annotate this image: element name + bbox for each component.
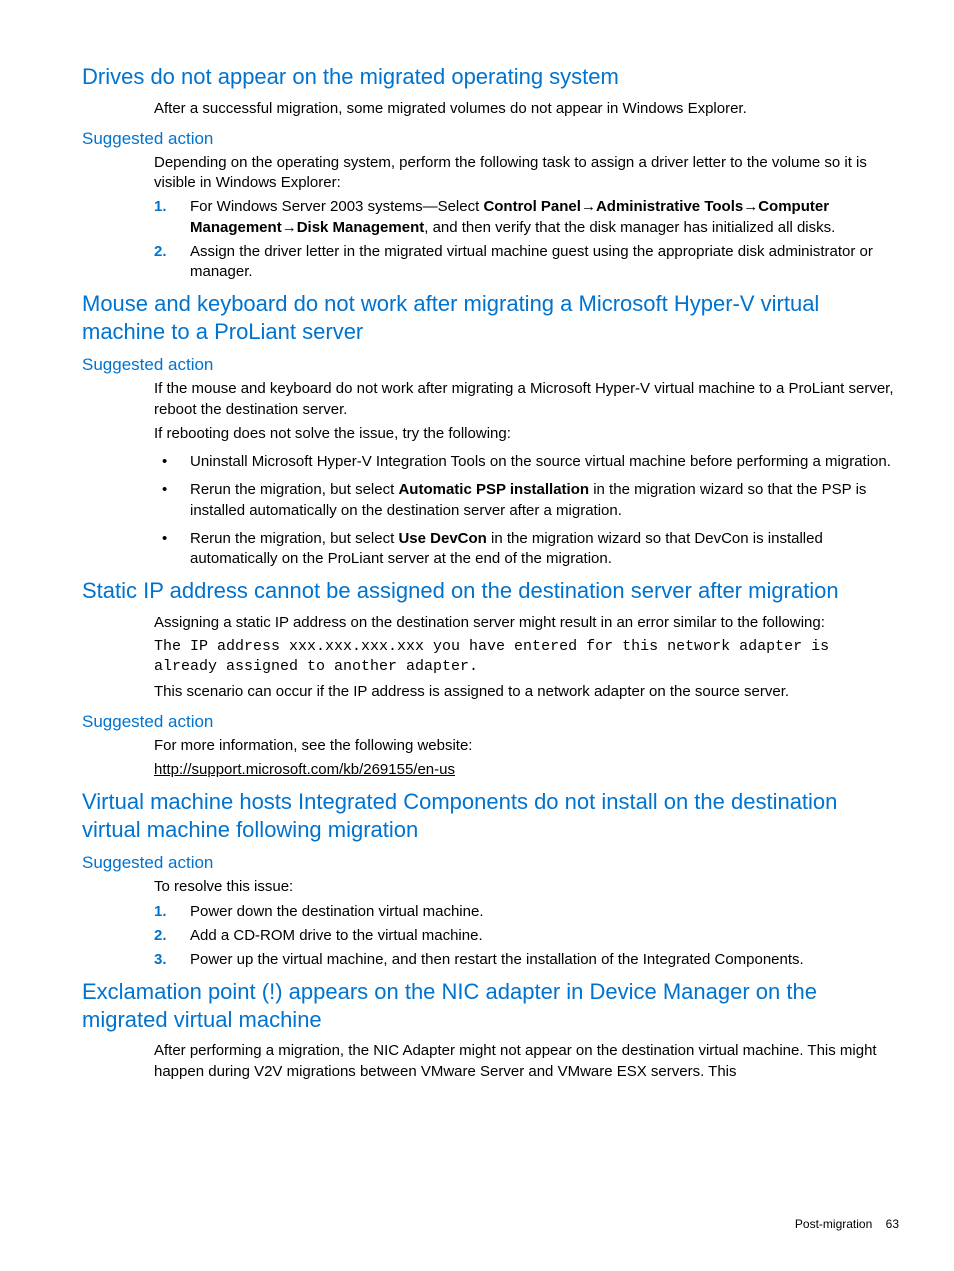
list-item: 3.Power up the virtual machine, and then… xyxy=(190,950,899,970)
list-item: Uninstall Microsoft Hyper-V Integration … xyxy=(190,452,899,472)
page-footer: Post-migration 63 xyxy=(795,1217,899,1231)
support-link[interactable]: http://support.microsoft.com/kb/269155/e… xyxy=(154,761,455,778)
list-item: 2.Assign the driver letter in the migrat… xyxy=(190,242,899,283)
code-block: The IP address xxx.xxx.xxx.xxx you have … xyxy=(154,637,899,678)
list-marker: 3. xyxy=(154,950,184,970)
list-text: For Windows Server 2003 systems—Select C… xyxy=(190,198,835,235)
heading-static-ip: Static IP address cannot be assigned on … xyxy=(82,577,899,605)
heading-drives-not-appear: Drives do not appear on the migrated ope… xyxy=(82,63,899,91)
body-text: If the mouse and keyboard do not work af… xyxy=(154,379,899,444)
list-marker: 1. xyxy=(154,902,184,922)
page-content: Drives do not appear on the migrated ope… xyxy=(0,0,954,1126)
list-marker: 2. xyxy=(154,242,184,262)
subheading-suggested-action: Suggested action xyxy=(82,853,899,873)
subheading-suggested-action: Suggested action xyxy=(82,712,899,732)
intro-text: After a successful migration, some migra… xyxy=(154,99,899,119)
list-item: 1.For Windows Server 2003 systems—Select… xyxy=(190,197,899,238)
list-item: Rerun the migration, but select Use DevC… xyxy=(190,529,899,570)
body-text: After performing a migration, the NIC Ad… xyxy=(154,1041,899,1082)
list-marker: 1. xyxy=(154,197,184,217)
heading-exclamation-nic: Exclamation point (!) appears on the NIC… xyxy=(82,978,899,1033)
list-item: Rerun the migration, but select Automati… xyxy=(190,480,899,521)
ordered-list: 1.Power down the destination virtual mac… xyxy=(154,902,899,971)
footer-page-number: 63 xyxy=(886,1217,899,1231)
bullet-list: Uninstall Microsoft Hyper-V Integration … xyxy=(154,452,899,569)
body-text: For more information, see the following … xyxy=(154,736,899,781)
subheading-suggested-action: Suggested action xyxy=(82,355,899,375)
body-text: To resolve this issue: xyxy=(154,877,899,897)
ordered-list: 1. For Windows Server 2003 systems—Select… xyxy=(154,197,899,282)
body-text: Assigning a static IP address on the des… xyxy=(154,613,899,702)
heading-integrated-components: Virtual machine hosts Integrated Compone… xyxy=(82,788,899,843)
subheading-suggested-action: Suggested action xyxy=(82,129,899,149)
list-text: Assign the driver letter in the migrated… xyxy=(190,243,873,280)
list-item: 1.Power down the destination virtual mac… xyxy=(190,902,899,922)
list-item: 2.Add a CD-ROM drive to the virtual mach… xyxy=(190,926,899,946)
heading-mouse-keyboard: Mouse and keyboard do not work after mig… xyxy=(82,290,899,345)
list-marker: 2. xyxy=(154,926,184,946)
body-text: Depending on the operating system, perfo… xyxy=(154,153,899,194)
footer-section-label: Post-migration xyxy=(795,1217,872,1231)
